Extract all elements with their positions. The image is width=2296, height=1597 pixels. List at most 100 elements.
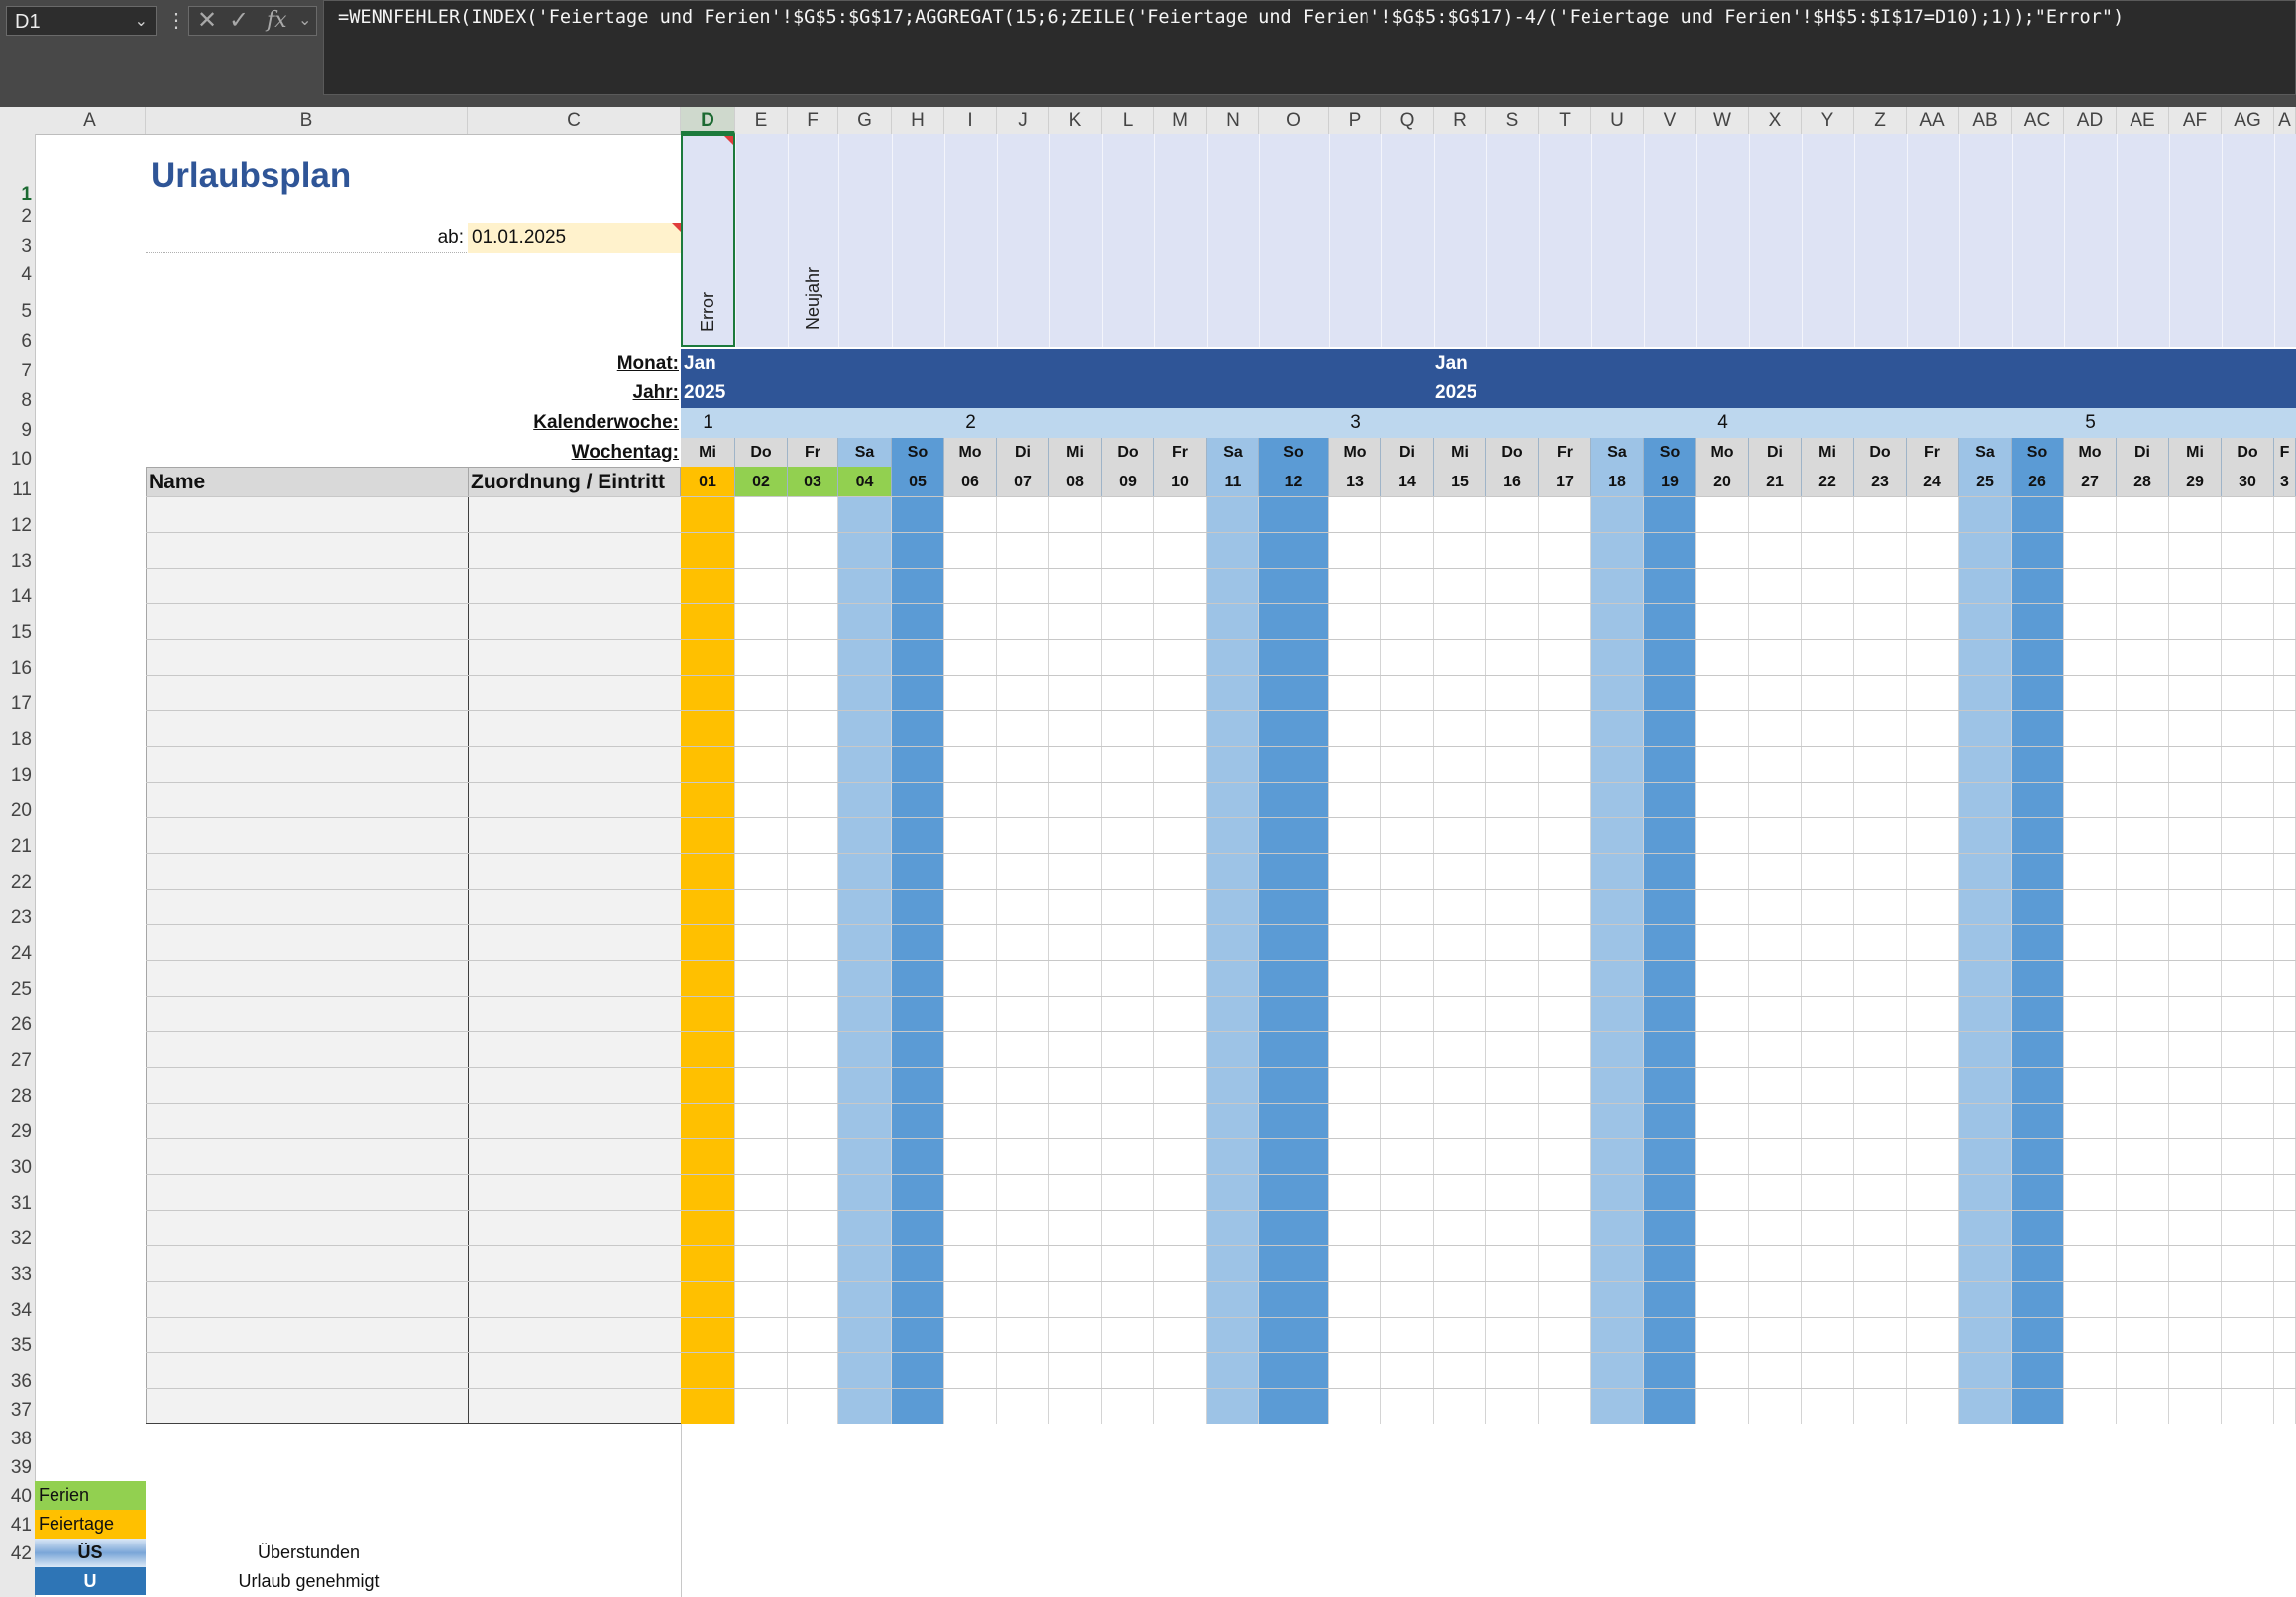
label-monat: Monat: — [616, 353, 679, 373]
month-row — [681, 349, 2296, 378]
weekday-cell: Fr — [788, 438, 838, 467]
comment-indicator-icon — [724, 136, 733, 145]
legend-feiertage: Feiertage — [35, 1510, 146, 1539]
band-separator — [2222, 134, 2223, 347]
day-cell: 09 — [1102, 467, 1154, 497]
day-cell: 27 — [2064, 467, 2117, 497]
day-cell: 01 — [681, 467, 735, 497]
day-cell: 14 — [1381, 467, 1434, 497]
day-cell: 26 — [2012, 467, 2064, 497]
row-gridline — [146, 710, 2296, 711]
day-cell: 03 — [788, 467, 838, 497]
day-cell: 04 — [838, 467, 892, 497]
day-cell: 08 — [1049, 467, 1102, 497]
holiday-text-d: Error — [698, 292, 717, 332]
weekday-cell: Do — [1486, 438, 1539, 467]
band-separator — [1434, 134, 1435, 347]
band-separator — [1959, 134, 1960, 347]
day-cell: 12 — [1259, 467, 1329, 497]
row-gridline — [146, 817, 2296, 818]
row-gridline — [146, 782, 2296, 783]
header-name: Name — [146, 467, 469, 497]
day-cell: 16 — [1486, 467, 1539, 497]
band-separator — [1259, 134, 1260, 347]
weekday-cell: Mo — [1696, 438, 1749, 467]
row-gridline — [146, 1352, 2296, 1353]
legend-urlaub: Urlaub genehmigt — [238, 1571, 380, 1591]
weekday-cell: Sa — [838, 438, 892, 467]
weekday-cell: Mi — [1049, 438, 1102, 467]
day-cell: 10 — [1154, 467, 1207, 497]
row-gridline — [146, 1245, 2296, 1246]
row-gridline — [146, 853, 2296, 854]
holiday-header-band — [681, 134, 2296, 347]
row-gridline — [146, 496, 2296, 497]
holiday-text-f: Neujahr — [803, 267, 822, 331]
row-gridline — [146, 889, 2296, 890]
week-row — [681, 408, 2296, 438]
start-date-value: 01.01.2025 — [472, 227, 567, 248]
day-cell: 30 — [2222, 467, 2274, 497]
day-cell: 23 — [1854, 467, 1907, 497]
day-cell: 20 — [1696, 467, 1749, 497]
row-gridline — [146, 996, 2296, 997]
year-label-1: 2025 — [684, 382, 726, 403]
row-gridline — [146, 1031, 2296, 1032]
row-gridline — [146, 603, 2296, 604]
weekday-cell: Sa — [1591, 438, 1644, 467]
week-number: 1 — [703, 412, 713, 433]
weekday-cell: Mi — [681, 438, 735, 467]
band-separator — [997, 134, 998, 347]
weekday-cell: Do — [1102, 438, 1154, 467]
row-gridline — [146, 1281, 2296, 1282]
ab-label: ab: — [437, 227, 464, 248]
band-separator — [1102, 134, 1103, 347]
weekday-cell: Di — [1381, 438, 1434, 467]
band-separator — [1749, 134, 1750, 347]
band-separator — [1854, 134, 1855, 347]
weekday-cell: Sa — [1207, 438, 1259, 467]
day-cell: 18 — [1591, 467, 1644, 497]
weekday-cell: So — [1259, 438, 1329, 467]
legend-ueberstunden: Überstunden — [257, 1543, 361, 1562]
row-gridline — [146, 639, 2296, 640]
row-gridline — [146, 1317, 2296, 1318]
week-number: 5 — [2085, 412, 2096, 433]
day-cell: 15 — [1434, 467, 1486, 497]
day-cell: 25 — [1959, 467, 2012, 497]
weekday-cell: So — [2012, 438, 2064, 467]
weekday-cell: Do — [735, 438, 788, 467]
weekday-cell: Do — [2222, 438, 2274, 467]
band-separator — [944, 134, 945, 347]
day-cell: 28 — [2117, 467, 2169, 497]
band-separator — [1802, 134, 1803, 347]
week-number: 4 — [1717, 412, 1728, 433]
day-cell: 3 — [2274, 467, 2296, 497]
day-cell: 29 — [2169, 467, 2222, 497]
weekday-cell: Fr — [1539, 438, 1591, 467]
day-cell: 06 — [944, 467, 997, 497]
weekday-cell: Mi — [1434, 438, 1486, 467]
band-separator — [2064, 134, 2065, 347]
legend-ferien: Ferien — [35, 1481, 146, 1510]
band-separator — [1329, 134, 1330, 347]
comment-indicator-icon — [672, 223, 681, 232]
start-date-input[interactable]: 01.01.2025 — [468, 223, 681, 253]
day-cell: 24 — [1907, 467, 1959, 497]
legend-ueberstunden-code: ÜS — [35, 1539, 146, 1567]
weekday-cell: Mi — [2169, 438, 2222, 467]
label-jahr: Jahr: — [632, 382, 679, 403]
weekday-cell: Di — [1749, 438, 1802, 467]
day-cell: 05 — [892, 467, 944, 497]
week-number: 2 — [965, 412, 976, 433]
day-cell: 22 — [1802, 467, 1854, 497]
day-cell: 02 — [735, 467, 788, 497]
vertical-divider — [681, 1423, 682, 1597]
band-separator — [1644, 134, 1645, 347]
band-separator — [735, 134, 736, 347]
day-cell: 17 — [1539, 467, 1591, 497]
band-separator — [1907, 134, 1908, 347]
week-number: 3 — [1350, 412, 1361, 433]
weekday-cell: Fr — [1154, 438, 1207, 467]
sheet-title: Urlaubsplan — [151, 157, 352, 195]
